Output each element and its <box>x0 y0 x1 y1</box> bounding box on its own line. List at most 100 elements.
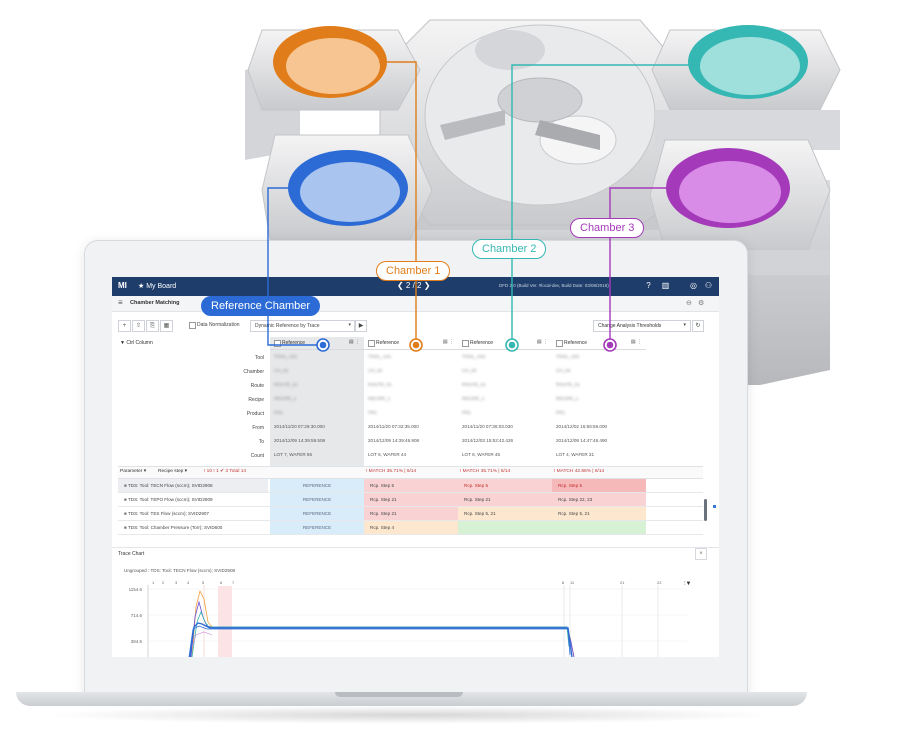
x-tick-label: 1 <box>152 580 155 585</box>
route-value: ROUTE_01 <box>556 382 580 387</box>
table-scrollbar[interactable] <box>704 499 707 521</box>
app-logo[interactable]: MI <box>118 281 127 290</box>
row-label: Count <box>250 453 264 459</box>
y-tick-label: 384.5 <box>131 639 143 644</box>
from-value: 2014/11/20 07:36:03.030 <box>462 424 513 429</box>
chamber-value: CH_03 <box>462 368 477 373</box>
chamber-attribute-grid: ▼ Ctrl Column Tool Chamber Route Recipe … <box>118 337 703 477</box>
product-value: PR1 <box>274 410 283 415</box>
column-menu-icon[interactable]: ▤ ⋮ <box>631 339 642 345</box>
to-value: 2014/12/09 14:39:46.908 <box>368 438 420 443</box>
hamburger-icon[interactable]: ≡ <box>118 298 123 307</box>
chamber-3-column: Reference ▤ ⋮ TOOL_A02 CH_04 ROUTE_01 REC… <box>552 337 646 477</box>
close-icon[interactable]: × <box>695 548 707 560</box>
parameter-name: TDS: Tool: Chamber Pressure (Torr); SVID… <box>118 521 268 534</box>
column-checkbox[interactable] <box>274 340 281 347</box>
y-tick-label: 714.6 <box>131 613 143 618</box>
reference-cell: REFERENCE <box>270 507 364 520</box>
match-summary-bar: Parameter ▾ Recipe step ▾ ! 10 ! 1 ✔ 3 T… <box>118 466 703 479</box>
toolbar: + ⇧ ⎘ ▦ Data Normalization Dynamic Refer… <box>112 318 719 333</box>
reference-mode-select[interactable]: Dynamic Reference by Trace ▾ <box>250 320 355 332</box>
row-label: Recipe <box>248 397 264 403</box>
column-menu-icon[interactable]: ▤ ⋮ <box>443 339 454 345</box>
copy-icon[interactable]: ⎘ <box>146 320 159 332</box>
x-tick-label: 11 <box>570 580 575 585</box>
my-board-link[interactable]: ★ My Board <box>138 282 176 290</box>
chamber-value: CH_01 <box>274 368 289 373</box>
add-button[interactable]: + <box>118 320 131 332</box>
user-icon[interactable]: ⚇ <box>704 281 713 290</box>
column-menu-icon[interactable]: ▤ ⋮ <box>537 339 548 345</box>
reference-chamber-module <box>261 134 433 241</box>
table-row[interactable]: TDS: Tool: Chamber Pressure (Torr); SVID… <box>118 521 703 535</box>
tool-value: TOOL_A01 <box>274 354 298 359</box>
minimize-icon[interactable]: ⊖ <box>686 299 692 307</box>
grid-icon[interactable]: ▦ <box>160 320 173 332</box>
chamber-1-callout: Chamber 1 <box>376 261 451 281</box>
column-menu-icon[interactable]: ▤ ⋮ <box>349 339 360 345</box>
page-pager[interactable]: ❮ 2 / 2 ❯ <box>397 281 430 290</box>
recipe-value: RECIPE_1 <box>462 396 485 401</box>
match-summary-counts: ! 10 ! 1 ✔ 3 Total 14 <box>204 469 247 474</box>
filter-icon[interactable]: ⫶▼ <box>684 580 691 587</box>
row-label: Route <box>250 383 264 389</box>
data-normalization-checkbox[interactable] <box>189 322 196 329</box>
match-cell: Rcp. Step 22, 23 <box>552 493 646 506</box>
column-checkbox[interactable] <box>556 340 563 347</box>
globe-icon[interactable]: ◎ <box>689 281 698 290</box>
refresh-icon[interactable]: ↻ <box>692 320 704 332</box>
chamber-2-callout: Chamber 2 <box>472 239 547 259</box>
settings-icon[interactable]: ⚙ <box>698 299 704 307</box>
chart-icon[interactable]: ▥ <box>661 281 670 290</box>
parameter-name: TDS: Tool: TEPO Flow (sccm); SVID2909 <box>118 493 268 506</box>
route-value: ROUTE_01 <box>368 382 392 387</box>
match-cell: Rcp. Step 5 <box>364 479 458 492</box>
x-tick-label: 21 <box>620 580 625 585</box>
chamber-2-column: Reference ▤ ⋮ TOOL_A02 CH_03 ROUTE_01 REC… <box>458 337 552 477</box>
chamber-2-match: ! MATCH 35.71% | 5/14 <box>460 469 511 474</box>
change-thresholds-button[interactable]: Change Analysis Thresholds ▾ <box>593 320 691 332</box>
x-tick-label: 5 <box>202 580 205 585</box>
y-tick-label: 1154.6 <box>129 587 143 592</box>
match-cell: Rcp. Step 21 <box>364 507 458 520</box>
product-value: PR1 <box>556 410 565 415</box>
chevron-down-icon: ▾ <box>348 322 351 328</box>
recipe-value: RECIPE_1 <box>368 396 391 401</box>
help-icon[interactable]: ? <box>644 281 653 290</box>
ctrl-column-toggle[interactable]: ▼ Ctrl Column <box>120 340 153 346</box>
from-value: 2014/12/02 15:56:56.000 <box>556 424 608 429</box>
parameter-name: TDS: Tool: TES Flow (sccm); SVID2907 <box>118 507 268 520</box>
table-row[interactable]: TDS: Tool: TES Flow (sccm); SVID2907 REF… <box>118 507 703 521</box>
recipe-step-dropdown[interactable]: Recipe step ▾ <box>158 469 187 474</box>
chamber-3-match: ! MATCH 42.86% | 6/14 <box>554 469 605 474</box>
chamber-1-match: ! MATCH 35.71% | 5/14 <box>366 469 417 474</box>
from-value: 2014/11/20 07:29:30.000 <box>274 424 325 429</box>
chamber-1-module <box>247 26 421 111</box>
tool-value: TOOL_A01 <box>368 354 392 359</box>
column-checkbox[interactable] <box>462 340 469 347</box>
table-row[interactable]: TDS: Tool: TEPO Flow (sccm); SVID2909 RE… <box>118 493 703 507</box>
match-cell: Rcp. Step 4 <box>364 521 458 534</box>
count-value: LOT 6, WAFER 44 <box>368 452 407 457</box>
trace-chart-plot: 1154.6 714.6 384.5 1 2 3 4 5 6 7 8 11 21… <box>129 580 691 657</box>
table-row[interactable]: TDS: Tool: TECN Flow (sccm); SVID2908 RE… <box>118 479 703 493</box>
data-normalization-label: Data Normalization <box>197 322 240 328</box>
route-value: ROUTE_01 <box>462 382 486 387</box>
column-checkbox[interactable] <box>368 340 375 347</box>
count-value: LOT 6, WAFER 45 <box>462 452 501 457</box>
parameter-dropdown[interactable]: Parameter ▾ <box>120 469 146 474</box>
row-label: Chamber <box>243 369 264 375</box>
upload-icon[interactable]: ⇧ <box>132 320 145 332</box>
reference-column: Reference ▤ ⋮ TOOL_A01 CH_01 ROUTE_01 REC… <box>270 337 364 477</box>
count-value: LOT 4, WAFER 31 <box>556 452 595 457</box>
scroll-indicator <box>713 505 716 508</box>
tool-value: TOOL_A02 <box>556 354 580 359</box>
reference-cell: REFERENCE <box>270 521 364 534</box>
laptop-shadow <box>40 706 780 724</box>
match-cell: Rcp. Step 21 <box>458 493 552 506</box>
match-cell <box>458 521 552 534</box>
x-tick-label: 7 <box>232 580 235 585</box>
run-button[interactable]: ▶ <box>355 320 367 332</box>
to-value: 2014/12/09 14:47:46.490 <box>556 438 608 443</box>
row-label: From <box>252 425 264 431</box>
